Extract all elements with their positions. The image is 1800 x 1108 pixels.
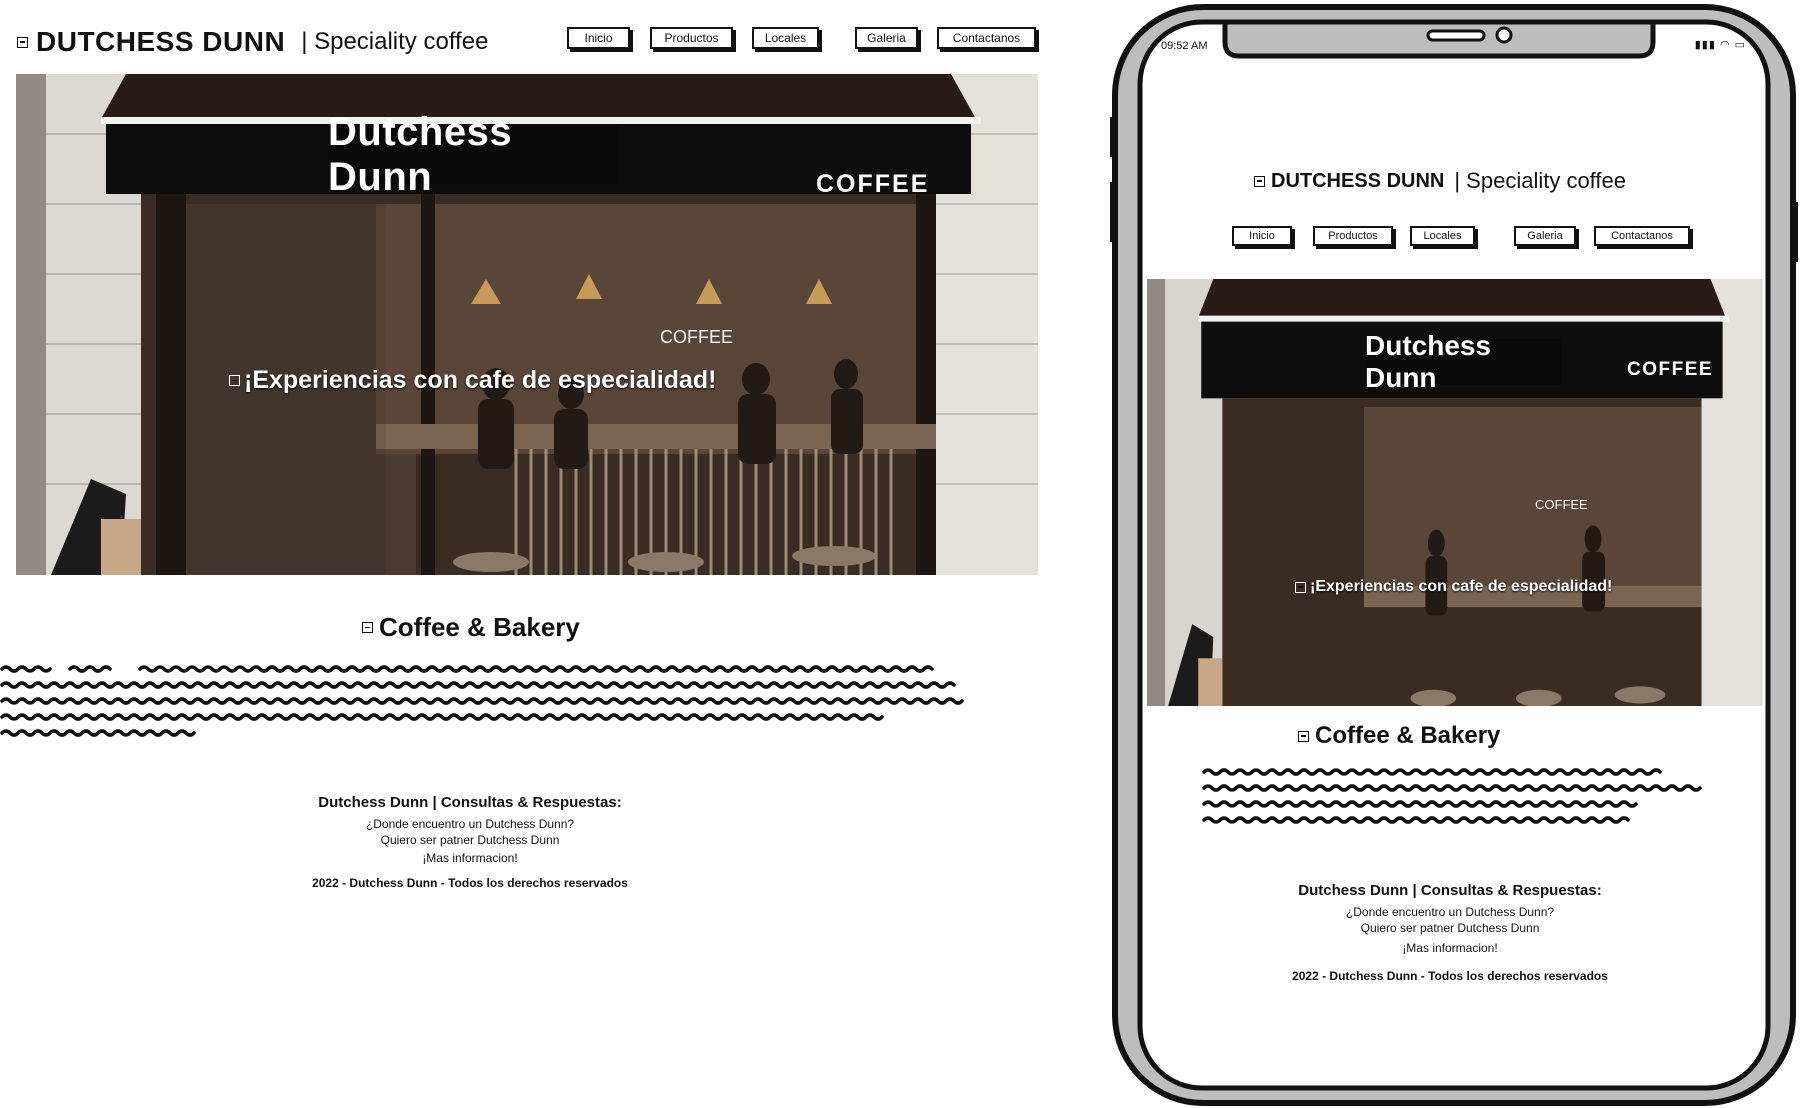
mobile-section-title-text: Coffee & Bakery <box>1315 722 1501 749</box>
collapse-icon <box>17 36 28 48</box>
mobile-nav-contactanos-button[interactable]: Contactanos <box>1594 226 1690 246</box>
faq-title: Dutchess Dunn | Consultas & Respuestas: <box>318 794 622 811</box>
faq-link-where[interactable]: ¿Donde encuentro un Dutchess Dunn? <box>270 817 670 831</box>
section-title: Coffee & Bakery <box>362 612 580 643</box>
faq-block: Dutchess Dunn | Consultas & Respuestas: … <box>270 794 670 865</box>
mobile-faq-block: Dutchess Dunn | Consultas & Respuestas: … <box>1240 882 1660 955</box>
mobile-faq-link-more[interactable]: ¡Mas informacion! <box>1240 941 1660 955</box>
nav-galeria-button[interactable]: Galeria <box>855 27 918 49</box>
nav-productos-button[interactable]: Productos <box>650 27 733 49</box>
mobile-nav-inicio-button[interactable]: Inicio <box>1232 226 1292 246</box>
mobile-nav-productos-button[interactable]: Productos <box>1313 226 1393 246</box>
mobile-placeholder-text-block <box>1202 768 1702 824</box>
mobile-copyright: 2022 - Dutchess Dunn - Todos los derecho… <box>1292 969 1608 983</box>
faq-link-partner[interactable]: Quiero ser patner Dutchess Dunn <box>270 833 670 847</box>
status-icons: ▮▮▮ ◠ ▭ <box>1694 39 1746 51</box>
hero-window-text: COFFEE <box>660 327 734 347</box>
hero-headline: ¡Experiencias con cafe de especialidad! <box>229 366 716 395</box>
mobile-section-title: Coffee & Bakery <box>1298 722 1500 750</box>
collapse-icon <box>229 375 240 386</box>
mobile-faq-link-where[interactable]: ¿Donde encuentro un Dutchess Dunn? <box>1240 905 1660 919</box>
nav-inicio-button[interactable]: Inicio <box>567 27 630 49</box>
mobile-hero-headline: ¡Experiencias con cafe de especialidad! <box>1295 578 1612 596</box>
hero-headline-text: ¡Experiencias con cafe de especialidad! <box>244 366 717 394</box>
status-time: 09:52 AM <box>1161 40 1208 52</box>
collapse-icon <box>1254 175 1265 187</box>
mobile-wireframe: 09:52 AM ▮▮▮ ◠ ▭ DUTCHESS DUNN | Special… <box>1110 2 1798 1108</box>
mobile-hero-headline-text: ¡Experiencias con cafe de especialidad! <box>1310 578 1613 595</box>
mobile-faq-title: Dutchess Dunn | Consultas & Respuestas: <box>1298 882 1602 899</box>
site-brand[interactable]: DUTCHESS DUNN | Speciality coffee <box>17 26 488 58</box>
mobile-nav-galeria-button[interactable]: Galeria <box>1514 226 1576 246</box>
collapse-icon <box>1295 581 1306 593</box>
mobile-hero-image: Dutchess Dunn COFFEE COFFEE ¡Experiencia… <box>1147 279 1763 706</box>
mobile-nav-locales-button[interactable]: Locales <box>1410 226 1475 246</box>
placeholder-text-block <box>0 665 964 737</box>
mobile-brand[interactable]: DUTCHESS DUNN | Speciality coffee <box>1254 168 1626 194</box>
collapse-icon <box>1298 730 1309 742</box>
copyright: 2022 - Dutchess Dunn - Todos los derecho… <box>312 876 628 890</box>
mobile-brand-tagline: | Speciality coffee <box>1454 168 1626 193</box>
nav-locales-button[interactable]: Locales <box>752 27 819 49</box>
collapse-icon <box>362 622 373 633</box>
hero-image: Dutchess Dunn COFFEE COFFEE ¡Experiencia… <box>16 74 1038 575</box>
mobile-hero-sign: Dutchess Dunn <box>1365 330 1561 393</box>
brand-name: DUTCHESS DUNN <box>36 26 286 57</box>
mobile-brand-name: DUTCHESS DUNN <box>1271 169 1445 192</box>
mobile-hero-window-text: COFFEE <box>1535 497 1588 512</box>
mobile-hero-sign-small: COFFEE <box>1627 359 1714 380</box>
nav-contactanos-button[interactable]: Contactanos <box>937 27 1036 49</box>
mobile-faq-link-partner[interactable]: Quiero ser patner Dutchess Dunn <box>1240 921 1660 935</box>
brand-tagline: | Speciality coffee <box>301 28 489 55</box>
hero-sign-small: COFFEE <box>816 170 930 198</box>
hero-sign: Dutchess Dunn <box>328 110 618 199</box>
section-title-text: Coffee & Bakery <box>379 612 580 642</box>
desktop-wireframe: DUTCHESS DUNN | Speciality coffee Inicio… <box>0 0 1050 1098</box>
faq-link-more[interactable]: ¡Mas informacion! <box>270 851 670 865</box>
